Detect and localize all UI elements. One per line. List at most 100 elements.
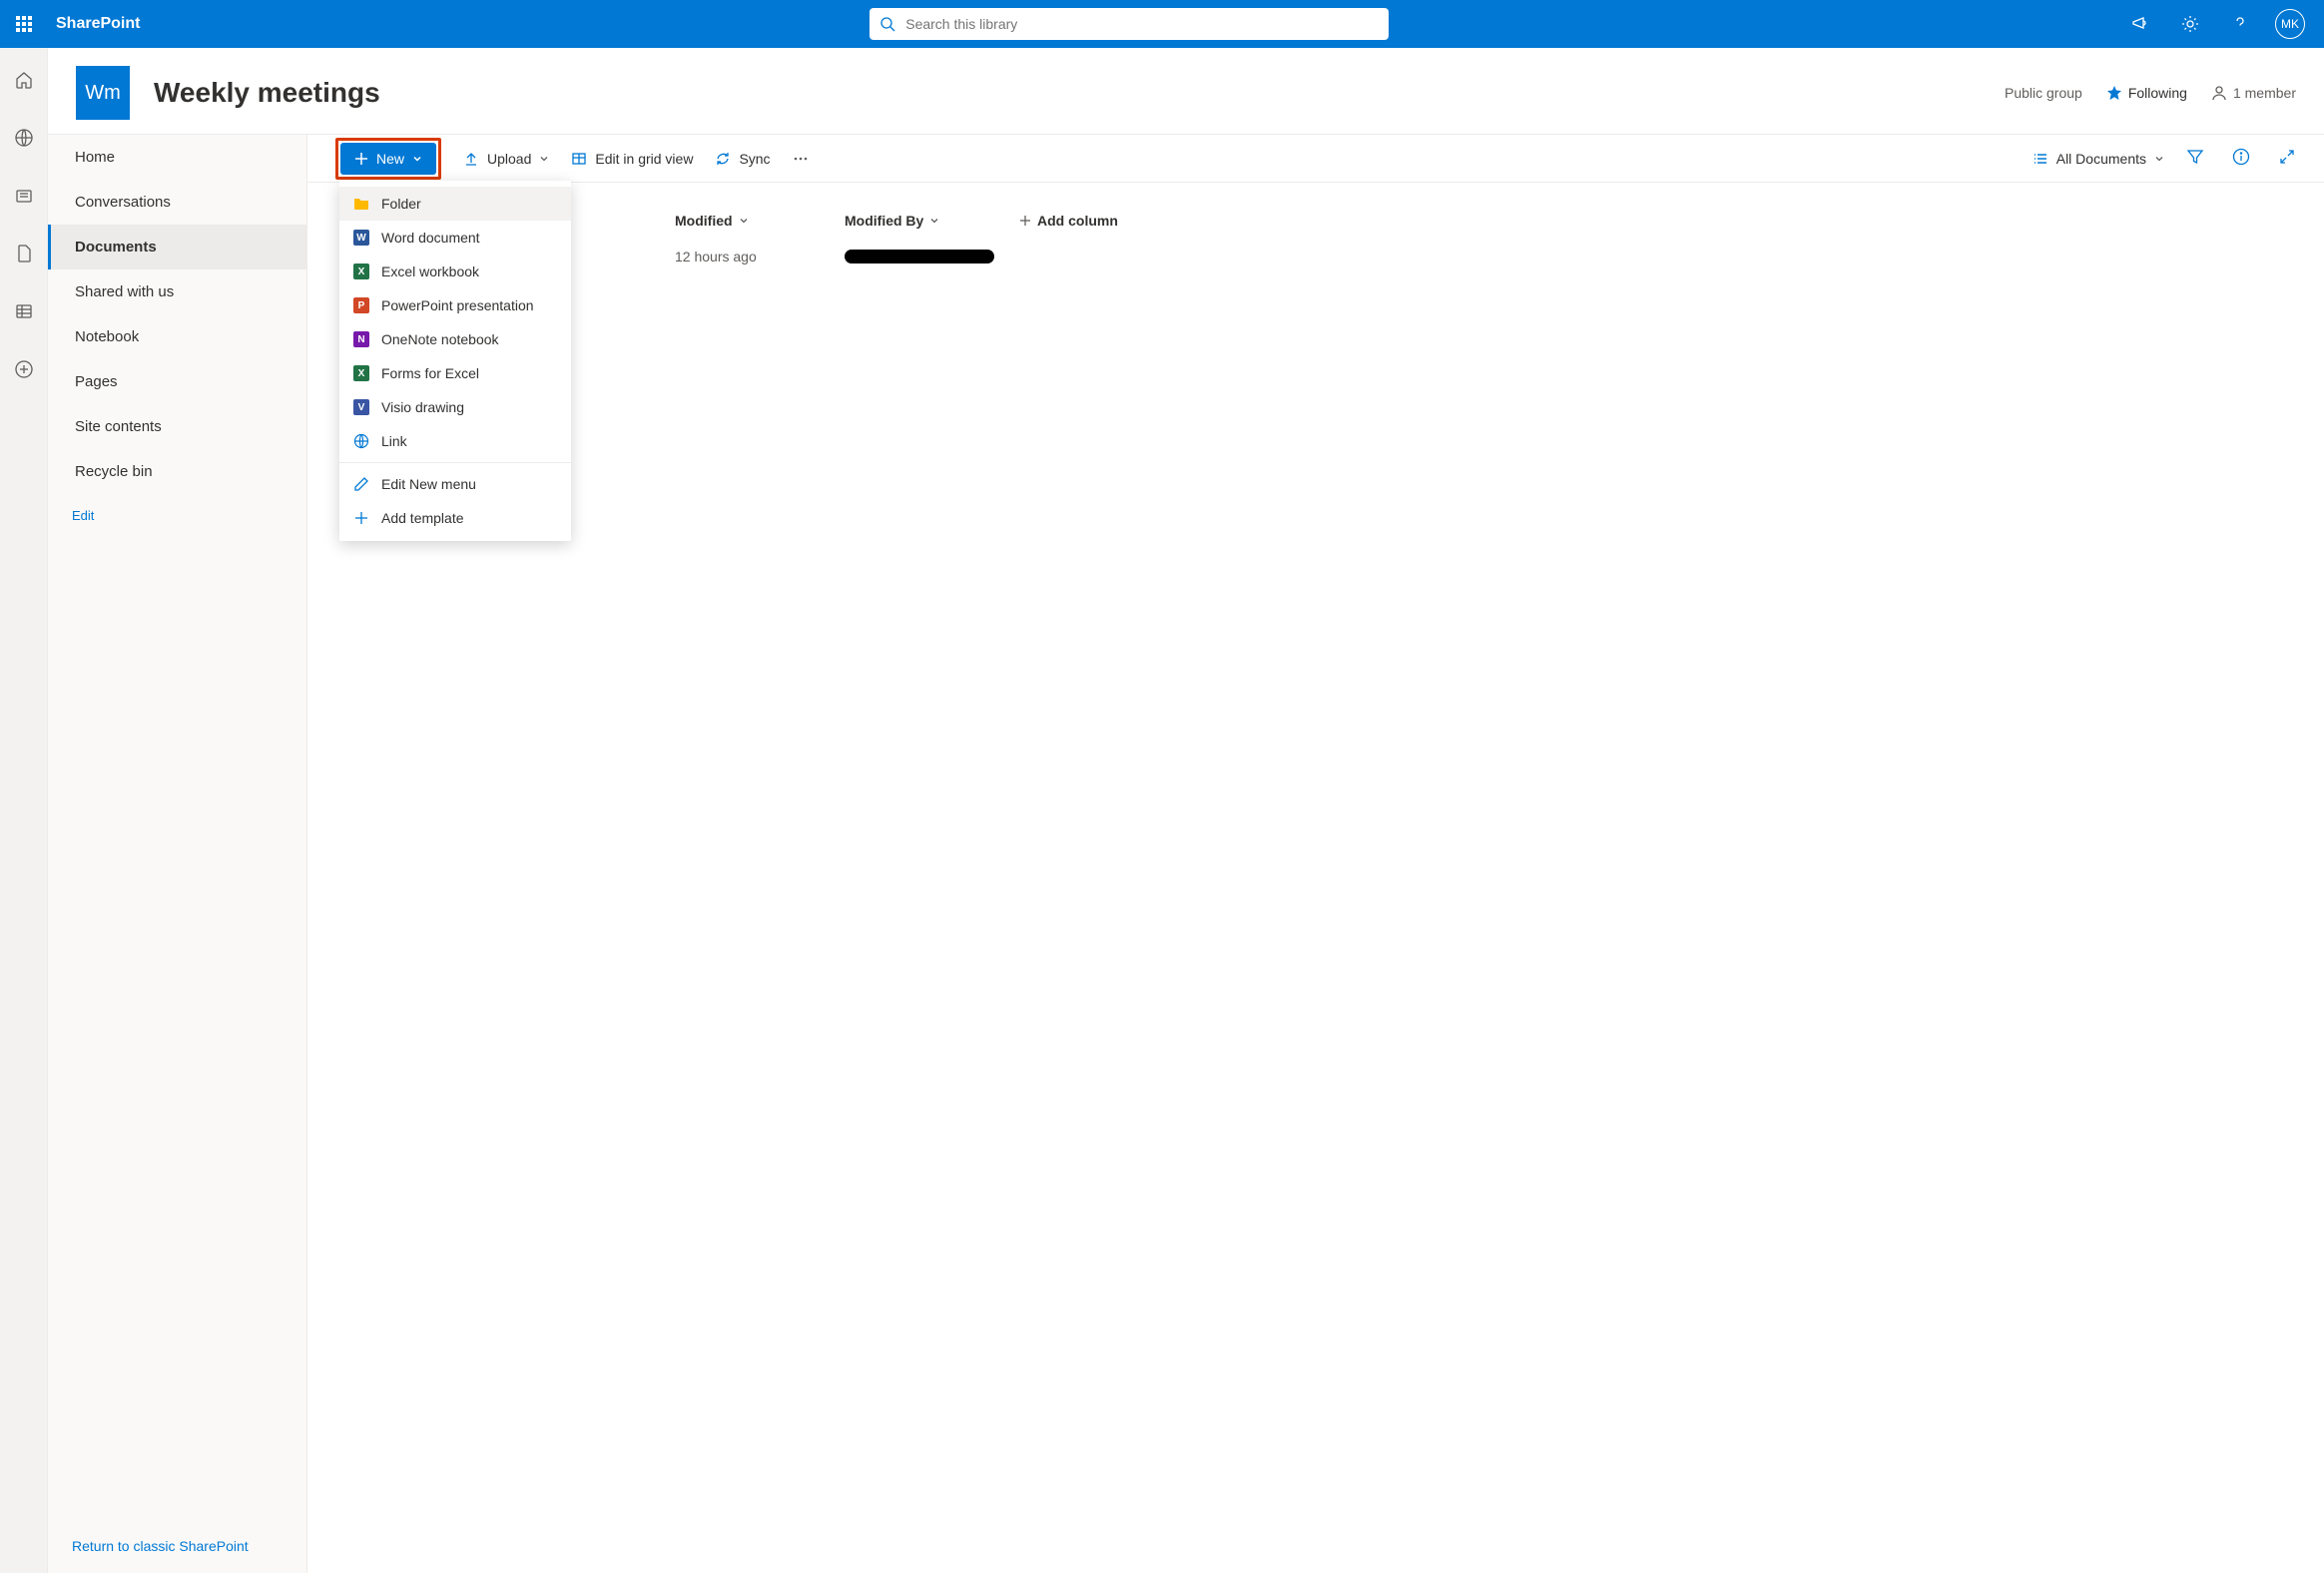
upload-button[interactable]: Upload [463, 151, 549, 167]
nav-documents[interactable]: Documents [48, 225, 306, 269]
nav-notebook[interactable]: Notebook [48, 314, 306, 359]
cell-modified: 12 hours ago [675, 249, 845, 264]
search-icon [879, 16, 895, 32]
rail-lists[interactable] [4, 291, 44, 331]
rail-home[interactable] [4, 60, 44, 100]
visibility-label: Public group [2005, 85, 2082, 101]
megaphone-button[interactable] [2118, 0, 2162, 48]
app-name[interactable]: SharePoint [48, 15, 140, 33]
expand-icon [2278, 148, 2296, 166]
chevron-down-icon [2154, 154, 2164, 164]
list-view-icon [2033, 151, 2048, 167]
plus-circle-icon [14, 359, 34, 379]
menu-visio[interactable]: VVisio drawing [339, 390, 571, 424]
folder-icon [353, 196, 369, 212]
filter-icon [2186, 148, 2204, 166]
menu-edit-new[interactable]: Edit New menu [339, 467, 571, 501]
waffle-icon [16, 16, 32, 32]
follow-button[interactable]: Following [2106, 85, 2187, 101]
menu-powerpoint[interactable]: PPowerPoint presentation [339, 288, 571, 322]
menu-word[interactable]: WWord document [339, 221, 571, 255]
plus-icon [1019, 215, 1031, 227]
star-icon [2106, 85, 2122, 101]
col-modified[interactable]: Modified [675, 213, 845, 229]
expand-button[interactable] [2278, 148, 2296, 169]
new-menu: Folder WWord document XExcel workbook PP… [339, 181, 571, 541]
filter-button[interactable] [2186, 148, 2204, 169]
rail-files[interactable] [4, 234, 44, 273]
rail-news[interactable] [4, 176, 44, 216]
menu-separator [339, 462, 571, 463]
word-icon: W [353, 230, 369, 246]
avatar: MK [2275, 9, 2305, 39]
site-title: Weekly meetings [154, 77, 2005, 109]
menu-forms[interactable]: XForms for Excel [339, 356, 571, 390]
col-modified-by[interactable]: Modified By [845, 213, 1019, 229]
globe-icon [14, 128, 34, 148]
help-icon [2230, 14, 2250, 34]
chevron-down-icon [539, 154, 549, 164]
news-icon [14, 186, 34, 206]
megaphone-icon [2130, 14, 2150, 34]
return-classic-link[interactable]: Return to classic SharePoint [48, 1521, 306, 1573]
grid-button[interactable]: Edit in grid view [571, 151, 693, 167]
nav-pages[interactable]: Pages [48, 359, 306, 404]
plus-icon [353, 510, 369, 526]
search-input[interactable] [905, 16, 1379, 32]
cell-modified-by-redacted [845, 250, 994, 263]
grid-icon [571, 151, 587, 167]
onenote-icon: N [353, 331, 369, 347]
gear-icon [2180, 14, 2200, 34]
more-icon [793, 151, 809, 167]
plus-icon [354, 152, 368, 166]
chevron-down-icon [929, 216, 939, 226]
nav-conversations[interactable]: Conversations [48, 180, 306, 225]
person-icon [2211, 85, 2227, 101]
command-bar: New Upload Edit in grid view [307, 135, 2324, 183]
nav-recycle-bin[interactable]: Recycle bin [48, 449, 306, 494]
nav-home[interactable]: Home [48, 135, 306, 180]
menu-onenote[interactable]: NOneNote notebook [339, 322, 571, 356]
document-library: Modified Modified By Add column 12 hours… [307, 183, 2324, 294]
globe-icon [353, 433, 369, 449]
home-icon [14, 70, 34, 90]
site-header: Wm Weekly meetings Public group Followin… [48, 48, 2324, 135]
left-nav: Home Conversations Documents Shared with… [48, 135, 307, 1573]
nav-edit[interactable]: Edit [48, 494, 306, 537]
nav-site-contents[interactable]: Site contents [48, 404, 306, 449]
pencil-icon [353, 476, 369, 492]
chevron-down-icon [739, 216, 749, 226]
menu-folder[interactable]: Folder [339, 187, 571, 221]
nav-shared[interactable]: Shared with us [48, 269, 306, 314]
settings-button[interactable] [2168, 0, 2212, 48]
menu-add-template[interactable]: Add template [339, 501, 571, 535]
more-button[interactable] [793, 151, 809, 167]
app-rail [0, 48, 48, 1573]
powerpoint-icon: P [353, 297, 369, 313]
help-button[interactable] [2218, 0, 2262, 48]
menu-excel[interactable]: XExcel workbook [339, 255, 571, 288]
sync-icon [715, 151, 731, 167]
rail-create[interactable] [4, 349, 44, 389]
new-highlight: New [335, 138, 441, 180]
site-logo[interactable]: Wm [76, 66, 130, 120]
add-column[interactable]: Add column [1019, 213, 1118, 229]
table-row[interactable]: 12 hours ago [335, 239, 2296, 274]
members-button[interactable]: 1 member [2211, 85, 2296, 101]
list-icon [14, 301, 34, 321]
column-headers: Modified Modified By Add column [335, 203, 2296, 239]
forms-icon: X [353, 365, 369, 381]
sync-button[interactable]: Sync [715, 151, 770, 167]
search-box[interactable] [870, 8, 1389, 40]
view-selector[interactable]: All Documents [2033, 151, 2164, 167]
info-button[interactable] [2232, 148, 2250, 169]
upload-icon [463, 151, 479, 167]
app-launcher[interactable] [0, 0, 48, 48]
info-icon [2232, 148, 2250, 166]
menu-link[interactable]: Link [339, 424, 571, 458]
new-button[interactable]: New [340, 143, 436, 175]
excel-icon: X [353, 263, 369, 279]
account-button[interactable]: MK [2268, 0, 2312, 48]
rail-globe[interactable] [4, 118, 44, 158]
chevron-down-icon [412, 154, 422, 164]
